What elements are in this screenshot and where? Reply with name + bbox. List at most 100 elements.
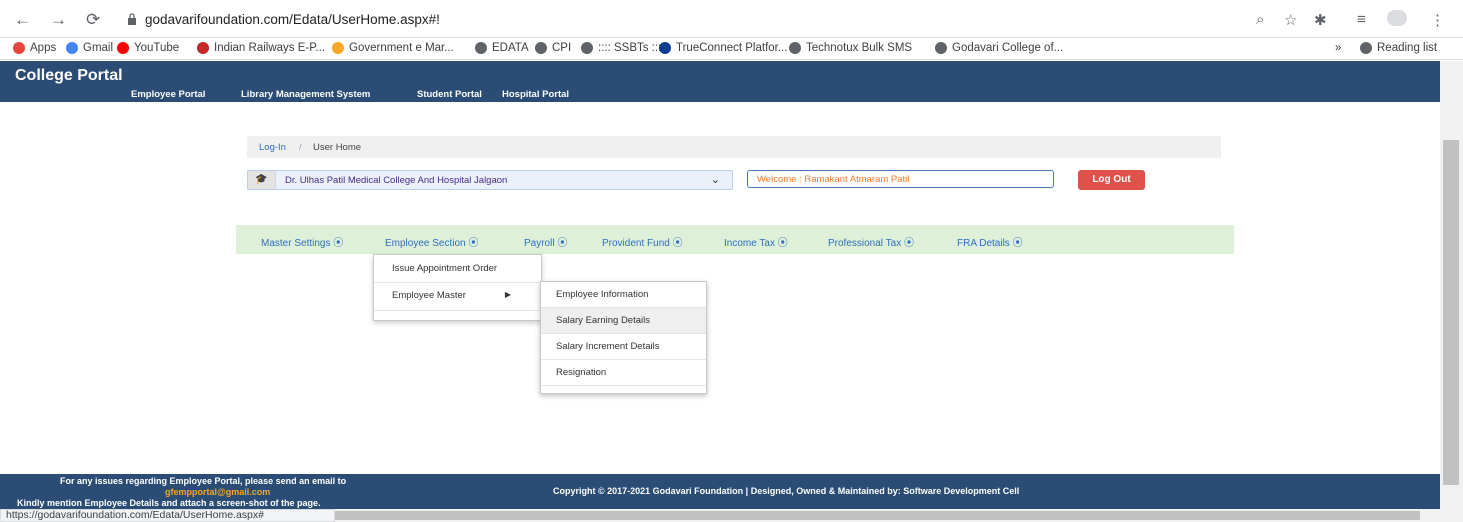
bookmark-label: CPI [552, 42, 572, 54]
bookmark-gmail[interactable]: Gmail [66, 42, 113, 54]
caret-right-icon: ▶ [504, 290, 511, 299]
footer-instructions: Kindly mention Employee Details and atta… [17, 498, 321, 508]
media-icon[interactable]: ≡ [1357, 11, 1366, 28]
bookmark-label: Apps [30, 42, 57, 54]
menu-provident-fund-label: Provident Fund [602, 238, 670, 249]
site-footer: For any issues regarding Employee Portal… [0, 474, 1440, 509]
circle-arrow-icon: ⦿ [468, 238, 479, 249]
bookmark-label: TrueConnect Platfor... [676, 42, 788, 54]
bookmark-youtube[interactable]: YouTube [117, 42, 179, 54]
forward-icon[interactable]: → [50, 11, 67, 29]
status-url: https://godavarifoundation.com/Edata/Use… [0, 509, 335, 522]
graduation-cap-icon: 🎓 [248, 171, 276, 189]
bookmark-label: Government e Mar... [349, 42, 454, 54]
menu-income-tax[interactable]: Income Tax ⦿ [724, 234, 788, 249]
menu-payroll[interactable]: Payroll ⦿ [524, 234, 567, 249]
site-header: College Portal Employee Portal Library M… [0, 61, 1440, 102]
address-bar[interactable]: godavarifoundation.com/Edata/UserHome.as… [145, 12, 440, 27]
dropdown-issue-appointment-order[interactable]: Issue Appointment Order [374, 255, 541, 282]
submenu-item-label: Salary Earning Details [556, 315, 650, 326]
bookmark-label: :::: SSBTs :::: [598, 42, 665, 54]
menu-icon[interactable]: ⋮ [1430, 11, 1445, 29]
menu-professional-tax-label: Professional Tax [828, 238, 902, 249]
bookmark-apps[interactable]: Apps [13, 42, 56, 54]
bookmark-indian-railways-e-p[interactable]: Indian Railways E-P... [197, 42, 325, 54]
breadcrumb-separator: / [299, 142, 302, 153]
footer-support-text: For any issues regarding Employee Portal… [60, 476, 347, 486]
nav-employee-portal[interactable]: Employee Portal [131, 89, 205, 100]
bookmark-reading-list[interactable]: Reading list [1360, 42, 1437, 54]
dropdown-item-label: Employee Master [392, 290, 466, 301]
bookmark-label: Technotux Bulk SMS [806, 42, 913, 54]
footer-email-link[interactable]: gfempportal@gmail.com [165, 487, 270, 497]
nav-student-portal[interactable]: Student Portal [417, 89, 482, 100]
dropdown-item-label: Issue Appointment Order [392, 263, 498, 274]
submenu-employee-information[interactable]: Employee Information [541, 282, 706, 307]
welcome-field: Welcome : Ramakant Atmaram Patil [747, 170, 1054, 188]
submenu-item-label: Employee Information [556, 289, 649, 300]
gem-icon [332, 42, 344, 54]
apps-icon [13, 42, 25, 54]
submenu-resignation[interactable]: Resignation [541, 360, 706, 385]
employee-master-submenu: Employee Information Salary Earning Deta… [540, 281, 707, 394]
circle-arrow-icon: ⦿ [333, 238, 344, 249]
globe-icon [535, 42, 547, 54]
profile-icon[interactable] [1387, 10, 1407, 26]
circle-arrow-icon: ⦿ [557, 238, 568, 249]
nav-hospital-portal[interactable]: Hospital Portal [502, 89, 569, 100]
dropdown-divider [374, 310, 541, 311]
bookmark-label: Indian Railways E-P... [214, 42, 326, 54]
breadcrumb-login-link[interactable]: Log-In [259, 142, 286, 153]
submenu-salary-increment-details[interactable]: Salary Increment Details [541, 334, 706, 359]
back-icon[interactable]: ← [14, 11, 31, 29]
more-bookmarks-button[interactable]: » [1335, 42, 1341, 54]
extensions-icon[interactable]: ✱ [1314, 11, 1327, 29]
logout-button[interactable]: Log Out [1078, 170, 1145, 190]
menu-fra-details[interactable]: FRA Details ⦿ [957, 234, 1023, 249]
bookmark-ssbts[interactable]: :::: SSBTs :::: [581, 42, 664, 54]
nav-library-management[interactable]: Library Management System [241, 89, 370, 100]
college-select[interactable]: 🎓 Dr. Ulhas Patil Medical College And Ho… [247, 170, 733, 190]
bookmark-technotux-bulk-sms[interactable]: Technotux Bulk SMS [789, 42, 912, 54]
jio-icon [659, 42, 671, 54]
menu-income-tax-label: Income Tax [724, 238, 775, 249]
dropdown-employee-master[interactable]: Employee Master ▶ [374, 282, 541, 309]
submenu-divider [541, 385, 706, 386]
horizontal-scrollbar-thumb[interactable] [335, 511, 1420, 520]
horizontal-scrollbar[interactable] [335, 509, 1463, 522]
star-icon[interactable]: ☆ [1284, 11, 1297, 29]
submenu-salary-earning-details[interactable]: Salary Earning Details [541, 308, 706, 333]
bookmark-trueconnect-platfor[interactable]: TrueConnect Platfor... [659, 42, 787, 54]
bookmark-godavari-college-of[interactable]: Godavari College of... [935, 42, 1063, 54]
google-icon [66, 42, 78, 54]
college-select-value: Dr. Ulhas Patil Medical College And Hosp… [285, 175, 508, 186]
lock-icon [128, 13, 136, 25]
submenu-item-label: Salary Increment Details [556, 341, 660, 352]
bookmarks-bar: Apps Gmail YouTube Indian Railways E-P... Go… [0, 38, 1463, 60]
reload-icon[interactable]: ⟳ [86, 11, 100, 29]
bookmark-label: Godavari College of... [952, 42, 1064, 54]
submenu-item-label: Resignation [556, 367, 607, 378]
youtube-icon [117, 42, 129, 54]
menu-fra-details-label: FRA Details [957, 238, 1010, 249]
browser-toolbar: ← → ⟳ godavarifoundation.com/Edata/UserH… [0, 0, 1463, 38]
employee-section-dropdown: Issue Appointment Order Employee Master … [373, 254, 542, 321]
bookmark-edata[interactable]: EDATA [475, 42, 529, 54]
menu-professional-tax[interactable]: Professional Tax ⦿ [828, 234, 914, 249]
globe-icon [475, 42, 487, 54]
circle-arrow-icon: ⦿ [1012, 238, 1023, 249]
chevron-down-icon: ⌄ [710, 174, 720, 186]
bookmark-cpi[interactable]: CPI [535, 42, 571, 54]
menu-master-settings-label: Master Settings [261, 238, 331, 249]
scrollbar-thumb[interactable] [1443, 140, 1459, 485]
globe-icon [581, 42, 593, 54]
menu-employee-section[interactable]: Employee Section ⦿ [385, 234, 478, 249]
circle-arrow-icon: ⦿ [903, 238, 914, 249]
zoom-icon[interactable]: ⌕ [1256, 11, 1264, 28]
bookmark-government-e-mar[interactable]: Government e Mar... [332, 42, 454, 54]
reading-list-icon [1360, 42, 1372, 54]
brand-title: College Portal [15, 67, 123, 84]
circle-arrow-icon: ⦿ [672, 238, 683, 249]
menu-provident-fund[interactable]: Provident Fund ⦿ [602, 234, 683, 249]
menu-master-settings[interactable]: Master Settings ⦿ [261, 234, 343, 249]
